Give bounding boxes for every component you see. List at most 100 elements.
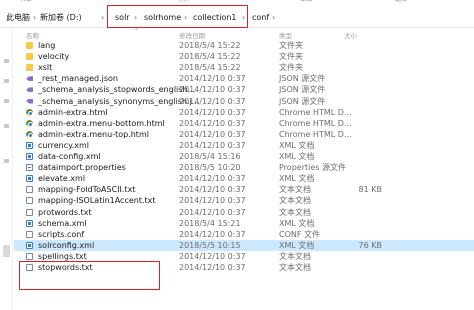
ribbon-edit-label[interactable]: 编辑 xyxy=(300,0,312,3)
nav-pin-icon[interactable] xyxy=(4,99,9,103)
chrome-icon xyxy=(26,119,33,127)
file-type: 文本文档 xyxy=(279,207,311,217)
breadcrumb-conf[interactable]: conf xyxy=(252,13,269,23)
file-row[interactable]: dataimport.properties 2018/5/5 10:20 Prope… xyxy=(14,162,474,173)
file-type: XML 文档 xyxy=(279,174,315,184)
folder-icon xyxy=(26,53,33,61)
file-type: XML 文档 xyxy=(279,152,315,161)
breadcrumb-separator[interactable]: › xyxy=(33,13,36,23)
file-date: 2014/12/10 0:37 xyxy=(179,196,246,206)
file-type: XML 文档 xyxy=(279,218,315,228)
file-date: 2014/12/10 0:37 xyxy=(179,174,246,184)
ribbon-share-label[interactable]: 共享 xyxy=(20,0,32,3)
xml-file-icon xyxy=(26,153,33,160)
file-type: 文本文档 xyxy=(279,263,311,272)
file-date: 2018/5/4 15:16 xyxy=(179,152,241,161)
file-name: elevate.xml xyxy=(38,174,86,184)
file-row[interactable]: admin-extra.menu-top.html 2014/12/10 0:37… xyxy=(14,129,474,140)
file-date: 2014/12/10 0:37 xyxy=(179,129,246,139)
file-type: JSON 源文件 xyxy=(279,85,326,95)
file-date: 2014/12/10 0:37 xyxy=(179,85,246,95)
file-row[interactable]: protwords.txt 2014/12/10 0:37 文本文档 xyxy=(14,207,474,218)
file-row[interactable]: velocity 2018/5/4 15:22 文件夹 xyxy=(14,51,474,62)
text-file-icon xyxy=(26,186,33,194)
file-name: mapping-FoldToASCII.txt xyxy=(38,185,136,195)
file-size: 76 KB xyxy=(358,240,382,250)
column-date[interactable]: 修改日期 xyxy=(179,30,205,40)
file-date: 2014/12/10 0:37 xyxy=(179,185,246,195)
file-row[interactable]: mapping-ISOLatin1Accent.txt 2014/12/10 0:… xyxy=(14,195,474,206)
file-date: 2014/12/10 0:37 xyxy=(179,74,246,84)
file-date: 2014/12/10 0:37 xyxy=(179,96,246,106)
chrome-icon xyxy=(26,108,33,116)
file-row[interactable]: lang 2018/5/4 15:22 文件夹 xyxy=(14,40,474,51)
file-row[interactable]: _schema_analysis_synonyms_english.j... 20… xyxy=(14,96,474,107)
file-name: velocity xyxy=(38,52,70,62)
file-row[interactable]: scripts.conf 2014/12/10 0:37 CONF 文件 xyxy=(14,229,474,240)
xml-file-icon xyxy=(26,241,33,249)
file-size: 81 KB xyxy=(358,185,382,195)
file-type: Chrome HTML D... xyxy=(279,118,352,128)
text-file-icon xyxy=(26,208,33,216)
file-type: Properties 源文件 xyxy=(279,163,346,173)
file-type: 文本文档 xyxy=(279,196,311,206)
file-row[interactable]: admin-extra.menu-bottom.html 2014/12/10 0… xyxy=(14,118,474,129)
ribbon-select-label[interactable]: 选择 xyxy=(395,0,407,3)
file-type: JSON 源文件 xyxy=(279,74,326,84)
file-row[interactable]: data-config.xml 2018/5/4 15:16 XML 文档 xyxy=(14,151,474,162)
file-row[interactable]: mapping-FoldToASCII.txt 2014/12/10 0:37 文本… xyxy=(14,184,474,195)
file-highlight-box xyxy=(19,261,160,290)
nav-pin-icon[interactable] xyxy=(4,59,9,63)
breadcrumb-separator[interactable]: › xyxy=(272,13,275,23)
file-name: admin-extra.menu-top.html xyxy=(38,129,149,139)
file-date: 2018/5/5 10:20 xyxy=(179,163,241,173)
nav-pin-icon[interactable] xyxy=(4,159,9,163)
file-date: 2014/12/10 0:37 xyxy=(179,229,246,239)
file-name: data-config.xml xyxy=(38,152,101,161)
file-type: XML 文档 xyxy=(279,240,315,250)
breadcrumb-separator[interactable]: › xyxy=(101,13,104,23)
file-row[interactable]: xslt 2018/5/4 15:22 文件夹 xyxy=(14,62,474,73)
file-name: admin-extra.html xyxy=(38,107,108,117)
file-name: admin-extra.menu-bottom.html xyxy=(38,118,165,128)
text-file-icon xyxy=(26,230,33,238)
vs-file-icon xyxy=(26,75,33,83)
file-type: 文本文档 xyxy=(279,251,311,261)
file-row[interactable]: _rest_managed.json 2014/12/10 0:37 JSON 源文… xyxy=(14,73,474,84)
file-type: CONF 文件 xyxy=(279,229,321,239)
file-date: 2014/12/10 0:37 xyxy=(179,207,246,217)
column-name[interactable]: 名称 xyxy=(26,30,39,40)
file-row[interactable]: schema.xml 2018/5/4 15:21 XML 文档 xyxy=(14,218,474,229)
nav-pin-icon[interactable] xyxy=(4,79,9,83)
file-name: solrconfig.xml xyxy=(38,240,95,250)
breadcrumb-this-pc[interactable]: 此电脑 xyxy=(6,13,30,23)
sort-indicator-icon: ^ xyxy=(134,28,140,35)
file-row[interactable]: currency.xml 2014/12/10 0:37 XML 文档 xyxy=(14,140,474,151)
file-type: 文件夹 xyxy=(279,52,303,62)
file-type: 文本文档 xyxy=(279,185,311,195)
text-file-icon xyxy=(26,197,33,205)
file-date: 2014/12/10 0:37 xyxy=(179,118,246,128)
file-type: XML 文档 xyxy=(279,140,315,150)
ribbon-open-label[interactable]: 打开 xyxy=(178,0,190,3)
file-date: 2018/5/4 15:22 xyxy=(179,41,241,50)
nav-pin-icon[interactable] xyxy=(4,124,9,128)
file-row[interactable]: admin-extra.html 2014/12/10 0:37 Chrome HT… xyxy=(14,107,474,118)
file-date: 2018/5/4 15:22 xyxy=(179,63,241,73)
nav-scrollbar-thumb[interactable] xyxy=(3,245,10,257)
xml-file-icon xyxy=(26,141,33,149)
file-date: 2014/12/10 0:37 xyxy=(179,107,246,117)
file-type: JSON 源文件 xyxy=(279,96,326,106)
column-type[interactable]: 类型 xyxy=(279,30,292,40)
breadcrumb-drive[interactable]: 新加卷 (D:) xyxy=(40,13,82,23)
column-size[interactable]: 大小 xyxy=(344,30,357,40)
path-highlight-box xyxy=(107,5,248,28)
navigation-pane[interactable] xyxy=(0,29,13,310)
folder-icon xyxy=(26,64,33,72)
file-row[interactable]: elevate.xml 2014/12/10 0:37 XML 文档 xyxy=(14,173,474,184)
file-row[interactable]: _schema_analysis_stopwords_english... 201… xyxy=(14,84,474,95)
file-name: lang xyxy=(38,41,56,50)
file-row[interactable]: solrconfig.xml 2018/5/5 10:15 XML 文档 76 KB xyxy=(14,239,474,251)
column-header: ^ 名称 修改日期 类型 大小 xyxy=(14,28,474,40)
file-name: xslt xyxy=(38,63,53,73)
